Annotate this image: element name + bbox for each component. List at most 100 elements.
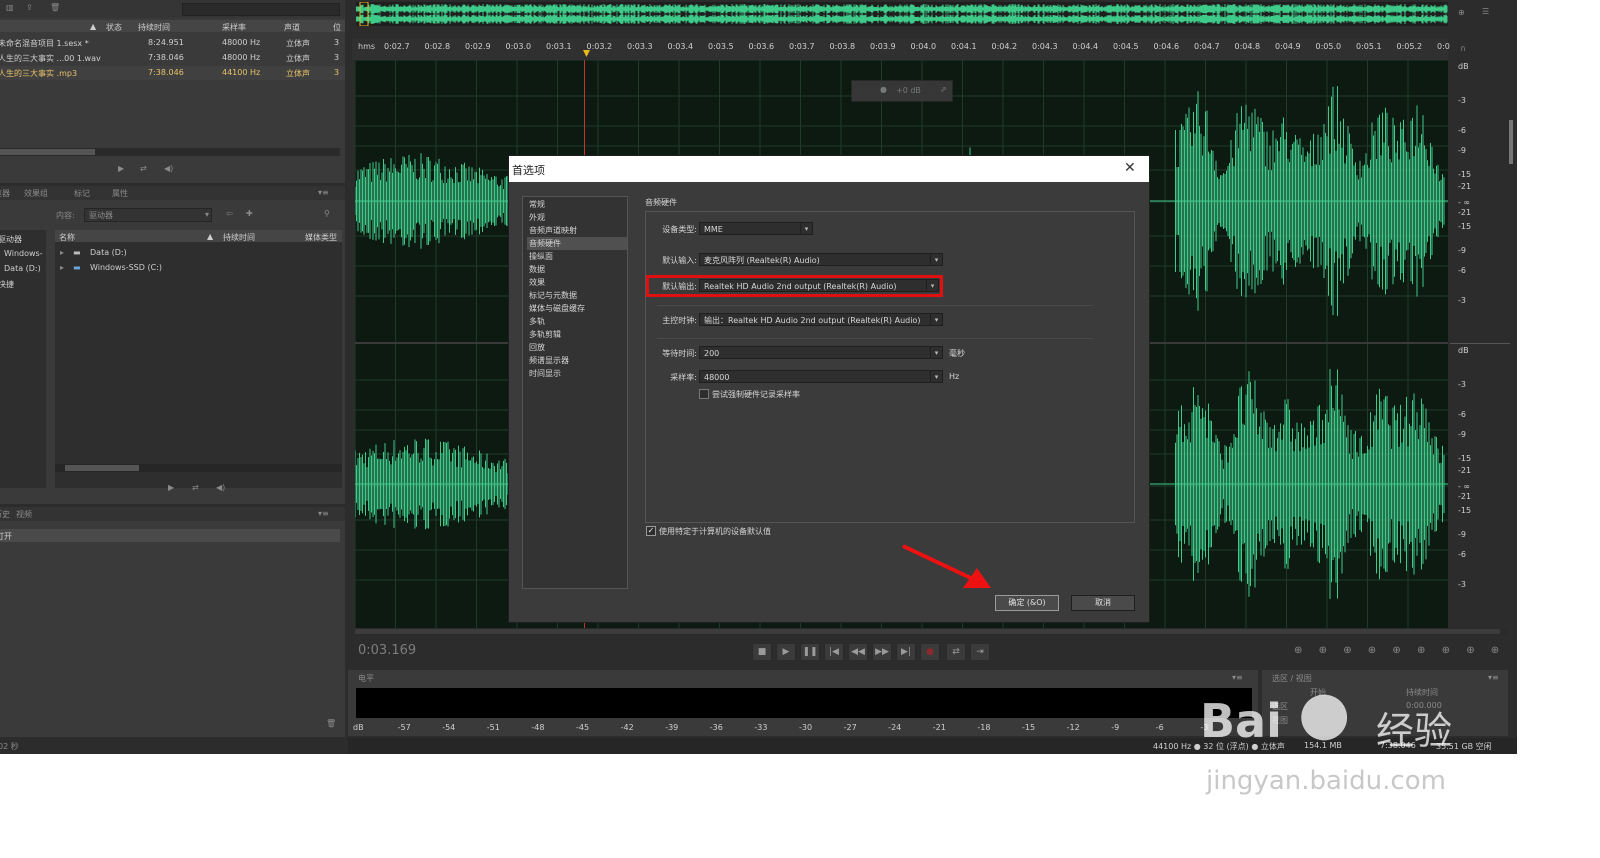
header-media-type[interactable]: 媒体类型: [305, 232, 337, 243]
tab-properties[interactable]: 属性: [112, 188, 128, 199]
delete-icon[interactable]: 🗑: [50, 3, 60, 12]
latency-select[interactable]: 200 ▾: [699, 346, 943, 359]
vertical-scrollbar[interactable]: [1509, 120, 1513, 164]
volume-icon[interactable]: ◀): [216, 483, 225, 492]
category-item[interactable]: 时间显示: [527, 367, 627, 380]
zoom-full-icon[interactable]: ⊕: [1392, 645, 1400, 656]
list-item[interactable]: Data (D:): [90, 248, 127, 257]
default-input-select[interactable]: 麦克风阵列 (Realtek(R) Audio) ▾: [699, 253, 943, 266]
zoom-icon[interactable]: ⊕: [1458, 8, 1465, 17]
sort-asc-icon[interactable]: ▲: [207, 232, 213, 241]
filter-icon[interactable]: ⚲: [324, 209, 330, 218]
cancel-button[interactable]: 取消: [1071, 595, 1135, 611]
force-rate-checkbox[interactable]: [699, 389, 709, 399]
files-search-input[interactable]: [182, 3, 340, 16]
list-item[interactable]: Windows-SSD (C:): [90, 263, 162, 272]
table-row[interactable]: 人生的三大事实 .mp3 7:38.046 44100 Hz 立体声 3: [0, 66, 345, 80]
zoom-selection-icon[interactable]: ⊕: [1466, 645, 1474, 656]
header-status[interactable]: 状态: [106, 22, 122, 33]
master-clock-select[interactable]: 输出：Realtek HD Audio 2nd output (Realtek(…: [699, 313, 943, 326]
tab-history[interactable]: 历史: [0, 509, 10, 520]
zoom-in-right-icon[interactable]: ⊕: [1442, 645, 1450, 656]
play-icon[interactable]: ▶: [168, 483, 174, 492]
panel-menu-icon[interactable]: ▾≡: [318, 188, 329, 197]
time-ruler[interactable]: hms 0:02.7 0:02.8 0:02.9 0:03.0 0:03.1 0:03.2…: [352, 38, 1450, 60]
horizontal-scrollbar[interactable]: [355, 628, 1507, 635]
tab-video[interactable]: 视频: [16, 509, 32, 520]
play-button[interactable]: ▶: [776, 643, 796, 661]
category-item[interactable]: 多轨: [527, 315, 627, 328]
zoom-in-left-icon[interactable]: ⊕: [1417, 645, 1425, 656]
device-type-select[interactable]: MME ▾: [699, 222, 813, 235]
trash-icon[interactable]: 🗑: [326, 719, 336, 728]
category-item[interactable]: 操纵面: [527, 250, 627, 263]
zoom-in-time-icon[interactable]: ⊕: [1343, 645, 1351, 656]
browser-hscroll[interactable]: [55, 464, 342, 472]
tab-markers[interactable]: 标记: [74, 188, 90, 199]
import-icon[interactable]: ⇪: [26, 3, 33, 12]
close-icon[interactable]: ✕: [1124, 160, 1136, 176]
loop-icon[interactable]: ⇄: [192, 483, 199, 492]
zoom-in-amplitude-icon[interactable]: ⊕: [1294, 645, 1302, 656]
use-default-checkbox[interactable]: ✓: [646, 526, 656, 536]
go-end-button[interactable]: ▶|: [896, 643, 916, 661]
content-select[interactable]: 驱动器 ▾: [84, 208, 212, 222]
ok-button[interactable]: 确定 (&O): [995, 595, 1059, 611]
tree-item-shortcuts[interactable]: 快捷: [0, 279, 14, 290]
sample-rate-select[interactable]: 48000 ▾: [699, 370, 943, 383]
pause-button[interactable]: ❚❚: [800, 643, 820, 661]
category-item[interactable]: 媒体与磁盘缓存: [527, 302, 627, 315]
category-item[interactable]: 效果: [527, 276, 627, 289]
expand-icon[interactable]: ▸: [60, 263, 64, 272]
category-item[interactable]: 数据: [527, 263, 627, 276]
category-item[interactable]: 音频声道映射: [527, 224, 627, 237]
zoom-out-amplitude-icon[interactable]: ⊕: [1319, 645, 1327, 656]
pin-icon[interactable]: ⇗: [940, 85, 947, 94]
category-item[interactable]: 回放: [527, 341, 627, 354]
tab-media-browser[interactable]: 媒体浏览器: [0, 188, 10, 199]
category-item[interactable]: 多轨剪辑: [527, 328, 627, 341]
volume-icon[interactable]: ◀): [164, 164, 173, 173]
zoom-all-tracks-icon[interactable]: ⊕: [1491, 645, 1499, 656]
loop-button[interactable]: ⇄: [946, 643, 966, 661]
back-arrow-icon[interactable]: ⇦: [226, 209, 233, 218]
panel-menu-icon[interactable]: ▾≡: [318, 509, 329, 518]
default-output-select[interactable]: Realtek HD Audio 2nd output (Realtek(R) …: [699, 279, 939, 292]
menu-icon[interactable]: ☰: [1482, 7, 1489, 16]
header-duration[interactable]: 持续时间: [138, 22, 170, 33]
category-item[interactable]: 外观: [527, 211, 627, 224]
tree-item-drives[interactable]: 驱动器: [0, 234, 22, 245]
tree-item-data[interactable]: Data (D:): [4, 264, 41, 273]
sort-asc-icon[interactable]: ▲: [90, 22, 96, 31]
tree-item-windows[interactable]: Windows-: [4, 249, 43, 258]
files-hscroll[interactable]: [0, 148, 340, 156]
header-extra[interactable]: 位: [333, 22, 341, 33]
category-item[interactable]: 频谱显示器: [527, 354, 627, 367]
header-duration[interactable]: 持续时间: [223, 232, 255, 243]
tab-effects-rack[interactable]: 效果组: [24, 188, 48, 199]
category-item[interactable]: 常规: [527, 198, 627, 211]
file-open-icon[interactable]: ▥: [6, 3, 14, 12]
record-button[interactable]: ●: [920, 643, 940, 661]
table-row[interactable]: 未命名混音项目 1.sesx * 8:24.951 48000 Hz 立体声 3: [0, 36, 345, 50]
go-start-button[interactable]: |◀: [824, 643, 844, 661]
overview-bar[interactable]: [356, 2, 1448, 26]
header-channels[interactable]: 声道: [284, 22, 300, 33]
header-sample-rate[interactable]: 采样率: [222, 22, 246, 33]
stop-button[interactable]: ■: [752, 643, 772, 661]
table-row[interactable]: 人生的三大事实 ...00 1.wav 7:38.046 48000 Hz 立体声 3: [0, 51, 345, 65]
loop-icon[interactable]: ⇄: [140, 164, 147, 173]
skip-button[interactable]: ⇥: [970, 643, 990, 661]
category-item[interactable]: 音频硬件: [527, 237, 627, 250]
headphones-icon[interactable]: ∩: [1460, 44, 1466, 53]
category-item[interactable]: 标记与元数据: [527, 289, 627, 302]
add-shortcut-icon[interactable]: ✚: [246, 209, 253, 218]
rewind-button[interactable]: ◀◀: [848, 643, 868, 661]
playhead-marker[interactable]: [583, 50, 590, 57]
tab-levels[interactable]: 电平: [358, 673, 374, 684]
gain-hud[interactable]: ● +0 dB ⇗: [851, 80, 953, 102]
expand-icon[interactable]: ▸: [60, 248, 64, 257]
fast-forward-button[interactable]: ▶▶: [872, 643, 892, 661]
gain-knob-icon[interactable]: ●: [880, 85, 887, 94]
history-item[interactable]: 打开: [0, 529, 340, 542]
